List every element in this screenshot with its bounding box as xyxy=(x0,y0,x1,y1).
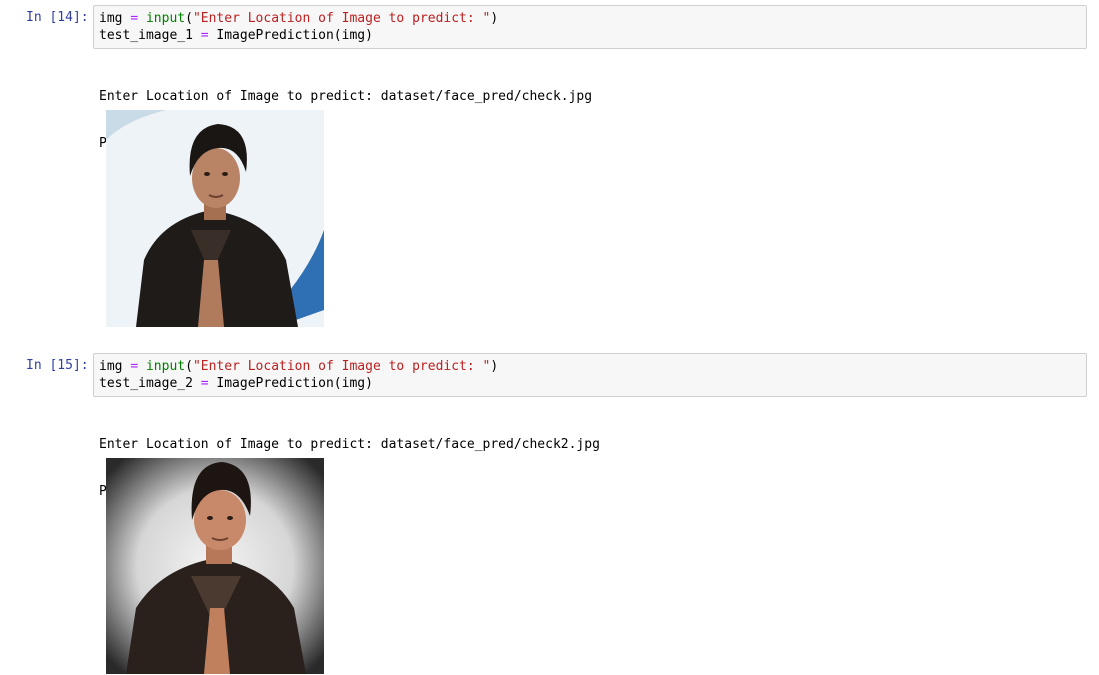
output-input-echo: Enter Location of Image to predict: data… xyxy=(99,437,600,452)
code-operator: = xyxy=(130,359,139,374)
output-image-fake xyxy=(106,458,324,674)
code-paren-open: ( xyxy=(185,359,193,374)
code-call: ImagePrediction(img) xyxy=(216,28,373,43)
photo-portrait-icon xyxy=(106,110,324,327)
notebook-cell-14[interactable]: In [14]: img = input("Enter Location of … xyxy=(0,3,1099,333)
code-operator: = xyxy=(200,376,209,391)
code-paren-close: ) xyxy=(490,359,499,374)
code-line-1: img = input("Enter Location of Image to … xyxy=(99,358,1081,375)
code-variable: test_image_2 xyxy=(99,376,193,391)
code-string: "Enter Location of Image to predict: " xyxy=(192,359,491,374)
code-input-area[interactable]: img = input("Enter Location of Image to … xyxy=(93,5,1087,49)
code-operator: = xyxy=(200,28,209,43)
code-builtin: input xyxy=(145,11,186,26)
output-image-real xyxy=(106,110,324,327)
code-variable: img xyxy=(99,359,123,374)
code-input-area[interactable]: img = input("Enter Location of Image to … xyxy=(93,353,1087,397)
photo-portrait-icon xyxy=(106,458,324,674)
code-line-2: test_image_1 = ImagePrediction(img) xyxy=(99,27,1081,44)
cell-prompt: In [15]: xyxy=(26,358,89,373)
code-builtin: input xyxy=(145,359,186,374)
output-input-echo: Enter Location of Image to predict: data… xyxy=(99,89,593,104)
notebook-cell-15[interactable]: In [15]: img = input("Enter Location of … xyxy=(0,351,1099,675)
code-operator: = xyxy=(130,11,139,26)
code-string: "Enter Location of Image to predict: " xyxy=(192,11,491,26)
code-paren-open: ( xyxy=(185,11,193,26)
code-paren-close: ) xyxy=(490,11,499,26)
code-call: ImagePrediction(img) xyxy=(216,376,373,391)
code-line-1: img = input("Enter Location of Image to … xyxy=(99,10,1081,27)
code-variable: img xyxy=(99,11,123,26)
cell-prompt: In [14]: xyxy=(26,10,89,25)
code-line-2: test_image_2 = ImagePrediction(img) xyxy=(99,375,1081,392)
code-variable: test_image_1 xyxy=(99,28,193,43)
